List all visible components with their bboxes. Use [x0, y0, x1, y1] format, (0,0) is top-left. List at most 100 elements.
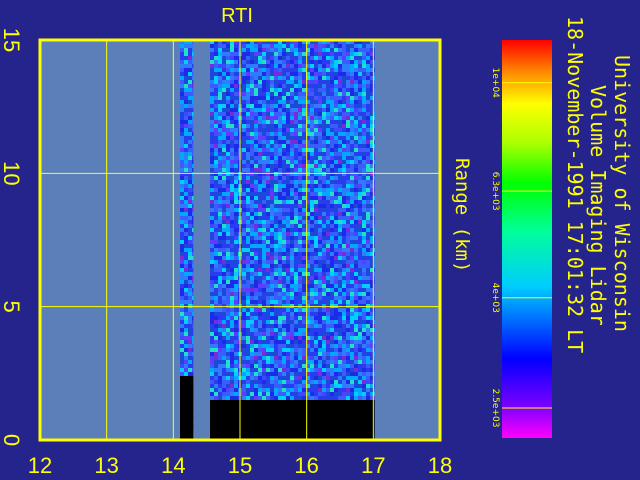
- heatmap-cell: [334, 348, 338, 352]
- heatmap-cell: [184, 160, 188, 164]
- heatmap-cell: [274, 192, 278, 196]
- heatmap-cell: [302, 172, 306, 176]
- heatmap-cell: [262, 232, 266, 236]
- heatmap-cell: [322, 200, 326, 204]
- heatmap-cell: [302, 100, 306, 104]
- heatmap-cell: [318, 252, 322, 256]
- heatmap-cell: [326, 316, 330, 320]
- heatmap-cell: [346, 140, 350, 144]
- heatmap-cell: [366, 128, 370, 132]
- heatmap-cell: [242, 108, 246, 112]
- heatmap-cell: [314, 388, 318, 392]
- heatmap-cell: [234, 304, 238, 308]
- heatmap-cell: [350, 68, 354, 72]
- heatmap-cell: [250, 388, 254, 392]
- heatmap-cell: [314, 48, 318, 52]
- heatmap-cell: [326, 268, 330, 272]
- heatmap-cell: [226, 320, 230, 324]
- heatmap-cell: [262, 184, 266, 188]
- heatmap-cell: [350, 252, 354, 256]
- heatmap-cell: [188, 312, 192, 316]
- heatmap-cell: [226, 308, 230, 312]
- heatmap-cell: [258, 344, 262, 348]
- heatmap-cell: [314, 220, 318, 224]
- heatmap-cell: [246, 336, 250, 340]
- heatmap-cell: [314, 228, 318, 232]
- heatmap-cell: [358, 188, 362, 192]
- heatmap-cell: [282, 104, 286, 108]
- heatmap-cell: [242, 240, 246, 244]
- heatmap-cell: [226, 112, 230, 116]
- heatmap-cell: [330, 56, 334, 60]
- heatmap-cell: [278, 308, 282, 312]
- heatmap-cell: [188, 272, 192, 276]
- heatmap-cell: [330, 340, 334, 344]
- heatmap-cell: [298, 236, 302, 240]
- heatmap-cell: [222, 320, 226, 324]
- heatmap-cell: [282, 124, 286, 128]
- heatmap-cell: [218, 244, 222, 248]
- heatmap-cell: [234, 360, 238, 364]
- heatmap-cell: [254, 200, 258, 204]
- heatmap-cell: [218, 108, 222, 112]
- heatmap-cell: [362, 88, 366, 92]
- heatmap-cell: [298, 356, 302, 360]
- heatmap-cell: [318, 232, 322, 236]
- heatmap-cell: [362, 252, 366, 256]
- heatmap-cell: [358, 324, 362, 328]
- heatmap-cell: [250, 108, 254, 112]
- heatmap-cell: [310, 296, 314, 300]
- heatmap-cell: [266, 364, 270, 368]
- heatmap-cell: [318, 292, 322, 296]
- heatmap-cell: [350, 260, 354, 264]
- heatmap-cell: [282, 112, 286, 116]
- heatmap-cell: [258, 108, 262, 112]
- heatmap-cell: [192, 64, 194, 68]
- heatmap-cell: [270, 112, 274, 116]
- heatmap-cell: [230, 376, 234, 380]
- heatmap-cell: [222, 184, 226, 188]
- heatmap-cell: [314, 268, 318, 272]
- heatmap-cell: [188, 176, 192, 180]
- heatmap-cell: [266, 268, 270, 272]
- heatmap-cell: [242, 68, 246, 72]
- heatmap-cell: [274, 176, 278, 180]
- heatmap-cell: [290, 124, 294, 128]
- heatmap-cell: [338, 284, 342, 288]
- heatmap-cell: [254, 184, 258, 188]
- heatmap-cell: [290, 260, 294, 264]
- heatmap-cell: [254, 252, 258, 256]
- heatmap-cell: [210, 212, 214, 216]
- heatmap-cell: [322, 324, 326, 328]
- heatmap-cell: [342, 372, 346, 376]
- heatmap-cell: [230, 244, 234, 248]
- heatmap-cell: [234, 328, 238, 332]
- heatmap-cell: [346, 276, 350, 280]
- heatmap-cell: [180, 52, 184, 56]
- heatmap-cell: [366, 252, 370, 256]
- heatmap-cell: [226, 232, 230, 236]
- heatmap-cell: [210, 188, 214, 192]
- heatmap-cell: [250, 192, 254, 196]
- heatmap-cell: [338, 216, 342, 220]
- heatmap-cell: [334, 248, 338, 252]
- heatmap-cell: [314, 108, 318, 112]
- heatmap-cell: [342, 148, 346, 152]
- heatmap-cell: [192, 268, 194, 272]
- heatmap-cell: [188, 136, 192, 140]
- heatmap-cell: [302, 204, 306, 208]
- heatmap-cell: [250, 380, 254, 384]
- heatmap-cell: [290, 152, 294, 156]
- heatmap-cell: [226, 388, 230, 392]
- heatmap-cell: [366, 376, 370, 380]
- heatmap-cell: [254, 224, 258, 228]
- heatmap-cell: [226, 260, 230, 264]
- heatmap-cell: [354, 60, 358, 64]
- heatmap-cell: [294, 208, 298, 212]
- heatmap-cell: [362, 48, 366, 52]
- heatmap-cell: [222, 164, 226, 168]
- heatmap-cell: [254, 300, 258, 304]
- heatmap-cell: [192, 140, 194, 144]
- heatmap-cell: [318, 132, 322, 136]
- heatmap-cell: [330, 100, 334, 104]
